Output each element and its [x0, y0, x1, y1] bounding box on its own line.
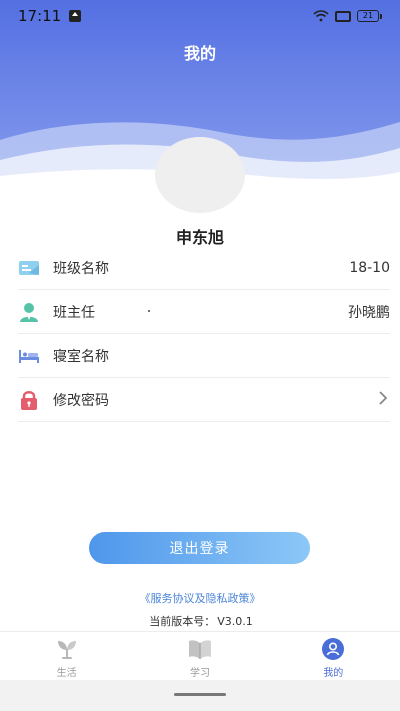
sprout-icon: [55, 637, 79, 661]
tab-label: 生活: [56, 667, 77, 679]
user-name: 申东旭: [175, 228, 224, 247]
version-info: 当前版本号： V3.0.1: [0, 613, 400, 629]
book-icon: [188, 637, 212, 661]
class-name-value: 18-10: [349, 259, 390, 276]
battery-icon: 21: [357, 10, 382, 22]
tab-mine[interactable]: 我的: [267, 632, 400, 681]
menu-item-teacher[interactable]: 班主任 孙晓鹏: [18, 290, 390, 334]
version-value: V3.0.1: [217, 615, 253, 628]
tab-bar: 生活 学习 我的: [0, 631, 400, 681]
tab-study[interactable]: 学习: [133, 632, 266, 681]
chevron-right-icon: [379, 391, 388, 405]
tab-life[interactable]: 生活: [0, 632, 133, 681]
menu-item-password[interactable]: 修改密码: [18, 378, 390, 422]
menu-item-label: 修改密码: [53, 392, 109, 409]
page-title: 我的: [183, 44, 216, 63]
menu-item-dorm[interactable]: 寝室名称: [18, 334, 390, 378]
menu-item-class[interactable]: 班级名称 18-10: [18, 246, 390, 290]
policy-link[interactable]: 《服务协议及隐私政策》: [0, 590, 400, 606]
tab-label: 学习: [189, 667, 210, 679]
dot-mark: [148, 310, 150, 312]
menu-item-label: 班主任: [53, 304, 95, 321]
home-indicator-area: [0, 680, 400, 711]
home-indicator[interactable]: [174, 693, 226, 696]
lock-icon: [18, 389, 40, 411]
teacher-name-value: 孙晓鹏: [348, 304, 390, 321]
version-label: 当前版本号：: [149, 615, 216, 628]
user-icon: [321, 637, 345, 661]
bed-icon: [18, 345, 40, 367]
profile-menu: 班级名称 18-10 班主任 孙晓鹏 寝室名称 修改密码: [18, 246, 390, 422]
upload-icon: [69, 10, 82, 22]
tab-label: 我的: [323, 667, 344, 679]
battery-level: 21: [357, 10, 379, 22]
screen-icon: [335, 10, 351, 22]
teacher-icon: [18, 301, 40, 323]
status-bar: 17:11 21: [0, 0, 400, 32]
avatar[interactable]: [155, 137, 245, 213]
wifi-icon: [313, 10, 329, 22]
menu-item-label: 寝室名称: [53, 348, 109, 365]
menu-item-label: 班级名称: [53, 260, 109, 277]
logout-button[interactable]: 退出登录: [89, 532, 310, 564]
class-card-icon: [18, 257, 40, 279]
status-time: 17:11: [18, 7, 62, 25]
